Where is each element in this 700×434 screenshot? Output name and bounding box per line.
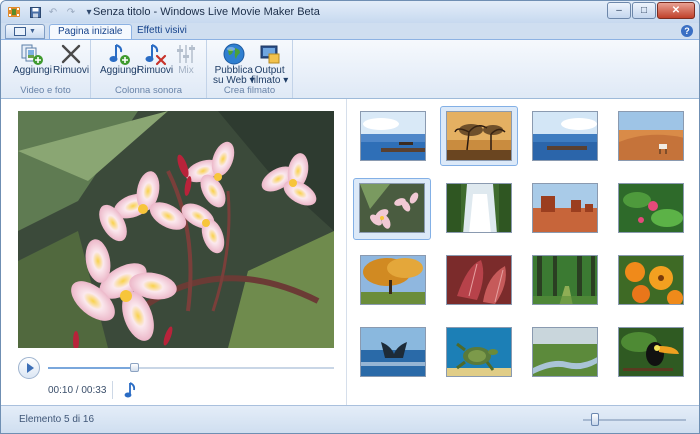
ribbon: Aggiungi Rimuovi Video e foto Aggiungi R… (1, 39, 699, 99)
chevron-down-icon: ▼ (29, 28, 36, 35)
undo-icon[interactable]: ↶ (45, 4, 61, 20)
status-text: Elemento 5 di 16 (19, 414, 95, 425)
thumbnail-autumn-tree[interactable] (360, 255, 426, 305)
remove-photos-label: Rimuovi (53, 65, 90, 76)
menu-icon (14, 27, 27, 36)
quick-access-toolbar: ↶ ↷ ▾ (27, 4, 97, 20)
thumbnail-forest-path[interactable] (532, 255, 598, 305)
mix-label: Mix (178, 65, 194, 76)
remove-icon (58, 42, 84, 66)
remove-music-button[interactable]: Rimuovi (137, 42, 173, 76)
mix-button[interactable]: Mix (173, 42, 199, 76)
tab-effetti-visivi[interactable]: Effetti visivi (129, 24, 195, 39)
main-area: 00:10 / 00:33 (1, 99, 699, 405)
add-music-button[interactable]: Aggiungi (100, 42, 139, 76)
thumbnail-orange-flowers[interactable] (618, 255, 684, 305)
storyboard-grid (348, 99, 699, 405)
thumbnail-river-meadow[interactable] (532, 327, 598, 377)
app-window: ↶ ↷ ▾ Senza titolo - Windows Live Movie … (0, 0, 700, 434)
controls-divider (112, 381, 113, 399)
remove-photos-button[interactable]: Rimuovi (53, 42, 89, 76)
title-bar: ↶ ↷ ▾ Senza titolo - Windows Live Movie … (1, 1, 699, 23)
playback-controls: 00:10 / 00:33 (18, 357, 334, 401)
group-label-video-e-foto: Video e foto (20, 85, 71, 96)
status-bar: Elemento 5 di 16 (1, 405, 699, 433)
play-button[interactable] (18, 357, 40, 379)
add-photos-icon (19, 42, 45, 66)
seek-bar[interactable] (48, 363, 334, 372)
thumbnail-toucan[interactable] (618, 327, 684, 377)
application-menu-button[interactable]: ▼ (5, 24, 45, 39)
thumbnail-waterfall[interactable] (446, 183, 512, 233)
seek-thumb[interactable] (129, 363, 139, 372)
movie-maker-app-icon[interactable] (7, 5, 21, 19)
globe-icon (221, 42, 247, 66)
maximize-button[interactable]: □ (632, 2, 656, 19)
remove-music-label: Rimuovi (137, 65, 174, 76)
window-controls: – □ ✕ (607, 2, 695, 19)
thumbnail-tree-sunset[interactable] (446, 111, 512, 161)
thumbnail-frangipani-flowers[interactable] (359, 183, 425, 233)
tab-pagina-iniziale[interactable]: Pagina iniziale (49, 24, 132, 39)
preview-pane: 00:10 / 00:33 (1, 99, 347, 405)
window-title: Senza titolo - Windows Live Movie Maker … (93, 6, 320, 18)
remove-music-icon (142, 42, 168, 66)
thumbnail-whale-tail[interactable] (360, 327, 426, 377)
film-output-icon (257, 42, 283, 66)
play-icon (26, 363, 34, 373)
zoom-slider-thumb[interactable] (591, 413, 600, 426)
redo-icon[interactable]: ↷ (63, 4, 79, 20)
thumbnail-sea-turtle[interactable] (446, 327, 512, 377)
add-music-icon (106, 42, 132, 66)
output-movie-button[interactable]: Output filmato ▾ (251, 42, 288, 86)
group-label-crea-filmato: Crea filmato (223, 85, 276, 96)
thumbnail-red-rock-desert[interactable] (532, 183, 598, 233)
group-label-colonna-sonora: Colonna sonora (114, 85, 183, 96)
group-video-e-foto: Aggiungi Rimuovi Video e foto (1, 40, 91, 98)
group-crea-filmato: Pubblica su Web ▾ Output filmato ▾ Crea … (207, 40, 293, 98)
add-music-label: Aggiungi (100, 65, 139, 76)
publish-web-button[interactable]: Pubblica su Web ▾ (213, 42, 255, 86)
thumbnail-desert-oryx[interactable] (618, 111, 684, 161)
close-button[interactable]: ✕ (657, 2, 695, 19)
help-icon[interactable]: ? (681, 25, 693, 37)
add-photos-button[interactable]: Aggiungi (13, 42, 52, 76)
save-icon[interactable] (27, 4, 43, 20)
thumbnail-sea-dock-2[interactable] (532, 111, 598, 161)
time-display: 00:10 / 00:33 (48, 385, 107, 396)
seek-progress (48, 367, 134, 369)
thumbnail-sea-dock[interactable] (360, 111, 426, 161)
mix-icon (173, 42, 199, 66)
group-colonna-sonora: Aggiungi Rimuovi Mix Colonna sonora (91, 40, 207, 98)
preview-image (18, 111, 334, 348)
thumbnail-green-leaves-flowers[interactable] (618, 183, 684, 233)
add-photos-label: Aggiungi (13, 65, 52, 76)
minimize-button[interactable]: – (607, 2, 631, 19)
music-note-icon[interactable] (124, 382, 138, 398)
ribbon-tabs: ▼ Pagina iniziale Effetti visivi ? (1, 23, 699, 39)
thumbnail-red-leaves[interactable] (446, 255, 512, 305)
